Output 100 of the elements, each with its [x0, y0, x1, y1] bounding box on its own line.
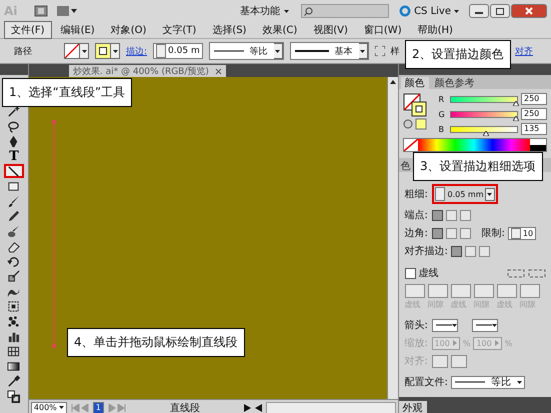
menu-item[interactable]: 对象(O): [104, 21, 154, 39]
caret-icon: [275, 50, 280, 52]
channel-value[interactable]: 250: [520, 108, 547, 120]
menu-item[interactable]: 选择(S): [205, 21, 254, 39]
maximize-button[interactable]: [490, 4, 510, 18]
corner-button[interactable]: [432, 228, 443, 238]
style-label: 样: [390, 46, 400, 58]
corners-icon[interactable]: [374, 46, 385, 56]
align-link[interactable]: 对齐: [515, 44, 533, 58]
channel-label: G: [438, 110, 446, 118]
tool-button[interactable]: [4, 164, 24, 178]
right-arrow-icon: [452, 340, 457, 346]
panel-tab[interactable]: 外观: [398, 401, 427, 413]
caret-icon: [487, 192, 492, 196]
dash-corner-icon[interactable]: [506, 268, 547, 278]
channel-value[interactable]: 135: [520, 123, 547, 135]
limit-field[interactable]: 10: [508, 226, 536, 240]
unit-label: %: [462, 338, 470, 348]
tool-button[interactable]: T: [4, 149, 24, 163]
cap-button[interactable]: [432, 210, 443, 220]
channel-value[interactable]: 250: [520, 93, 547, 105]
page-field[interactable]: 1: [92, 402, 104, 413]
corner-button[interactable]: [460, 228, 471, 238]
slider-thumb[interactable]: [512, 116, 519, 120]
caret-icon: [492, 324, 497, 326]
dash-field[interactable]: [450, 284, 471, 298]
pencil-icon: [9, 210, 20, 221]
dashed-label: 虚线: [418, 266, 439, 280]
rectangle-icon: [8, 182, 20, 190]
dash-label: 间隙: [520, 299, 537, 310]
slider-thumb[interactable]: [512, 100, 519, 106]
panel-tab[interactable]: 颜色: [400, 77, 429, 89]
close-icon[interactable]: [214, 68, 222, 74]
zoom-field[interactable]: 400%: [30, 402, 67, 413]
minimize-button[interactable]: [469, 4, 489, 18]
caret-icon: [516, 380, 522, 384]
cs-live-menu[interactable]: CS Live: [397, 5, 461, 17]
bridge-icon[interactable]: [34, 5, 48, 17]
object-type-label: 路径: [14, 46, 32, 58]
dash-label: 虚线: [496, 299, 514, 310]
dash-label: 虚线: [450, 299, 468, 310]
arrowhead-dropdown[interactable]: [472, 318, 498, 332]
cap-button[interactable]: [460, 210, 471, 220]
menu-item[interactable]: 文字(T): [155, 21, 204, 39]
menu-item[interactable]: 视图(V): [306, 21, 355, 39]
color-spectrum[interactable]: [402, 138, 547, 152]
close-button[interactable]: [511, 4, 547, 18]
color-swatch-icon: [95, 43, 111, 59]
workspace-switcher[interactable]: 基本功能: [236, 3, 294, 19]
unit-label: %: [504, 338, 512, 348]
align-stroke-button[interactable]: [450, 246, 462, 256]
up-arrow-icon: [390, 80, 396, 84]
none-swatch-icon[interactable]: [404, 139, 418, 151]
stroke-swatch[interactable]: [95, 43, 120, 59]
rotate-icon: [8, 256, 20, 266]
dash-label: 间隙: [428, 299, 445, 310]
menu-item[interactable]: 效果(C): [255, 21, 304, 39]
profile-dropdown[interactable]: 等比: [208, 42, 284, 60]
panel-tab[interactable]: 色: [400, 160, 412, 172]
arrange-icon[interactable]: [56, 5, 78, 17]
limit-label: 限制:: [482, 226, 505, 240]
profile-dropdown[interactable]: 等比: [450, 376, 525, 388]
slider-thumb[interactable]: [482, 130, 489, 136]
document-tab[interactable]: 炒效果. ai* @ 400% (RGB/预览): [68, 65, 226, 77]
dash-field[interactable]: [520, 284, 540, 298]
line-icon: [8, 166, 20, 176]
stroke-link[interactable]: 描边:: [126, 44, 148, 58]
warp-icon: [8, 288, 20, 297]
align-stroke-button[interactable]: [478, 246, 490, 256]
channel-label: R: [438, 94, 446, 104]
menu-item[interactable]: 帮助(H): [410, 21, 460, 39]
menu-item[interactable]: 编辑(E): [54, 21, 102, 39]
search-field[interactable]: [301, 4, 390, 18]
transform-icon: [8, 300, 20, 312]
eyedropper-icon: [8, 374, 20, 386]
arrow-align-button[interactable]: [432, 354, 448, 368]
dash-field[interactable]: [496, 284, 517, 298]
current-tool-label: 直线段: [168, 402, 201, 413]
horizontal-scrollbar[interactable]: [266, 402, 396, 413]
align-stroke-button[interactable]: [464, 246, 476, 256]
arrow-align-button[interactable]: [450, 354, 467, 368]
scale-icon: [8, 270, 20, 282]
none-swatch-icon: [64, 43, 80, 59]
arrowhead-dropdown[interactable]: [432, 318, 458, 332]
dash-field[interactable]: [474, 284, 494, 298]
maximize-icon: [496, 8, 504, 14]
stroke-weight-field[interactable]: 0.05 m: [153, 43, 203, 59]
cap-button[interactable]: [446, 210, 457, 220]
dash-field[interactable]: [428, 284, 448, 298]
scroll-left-icon[interactable]: [254, 404, 262, 412]
fill-swatch[interactable]: [64, 43, 89, 59]
menu-item[interactable]: 窗口(W): [356, 21, 409, 39]
dashed-checkbox[interactable]: [404, 268, 416, 278]
play-icon[interactable]: [244, 404, 251, 412]
fill-stroke-icon: [8, 390, 20, 402]
weight-field[interactable]: 0.05 mm: [432, 184, 498, 204]
brush-dropdown[interactable]: 基本: [290, 42, 369, 60]
corner-button[interactable]: [446, 228, 457, 238]
menu-item[interactable]: 文件(F): [4, 21, 52, 39]
dash-field[interactable]: [404, 284, 425, 298]
